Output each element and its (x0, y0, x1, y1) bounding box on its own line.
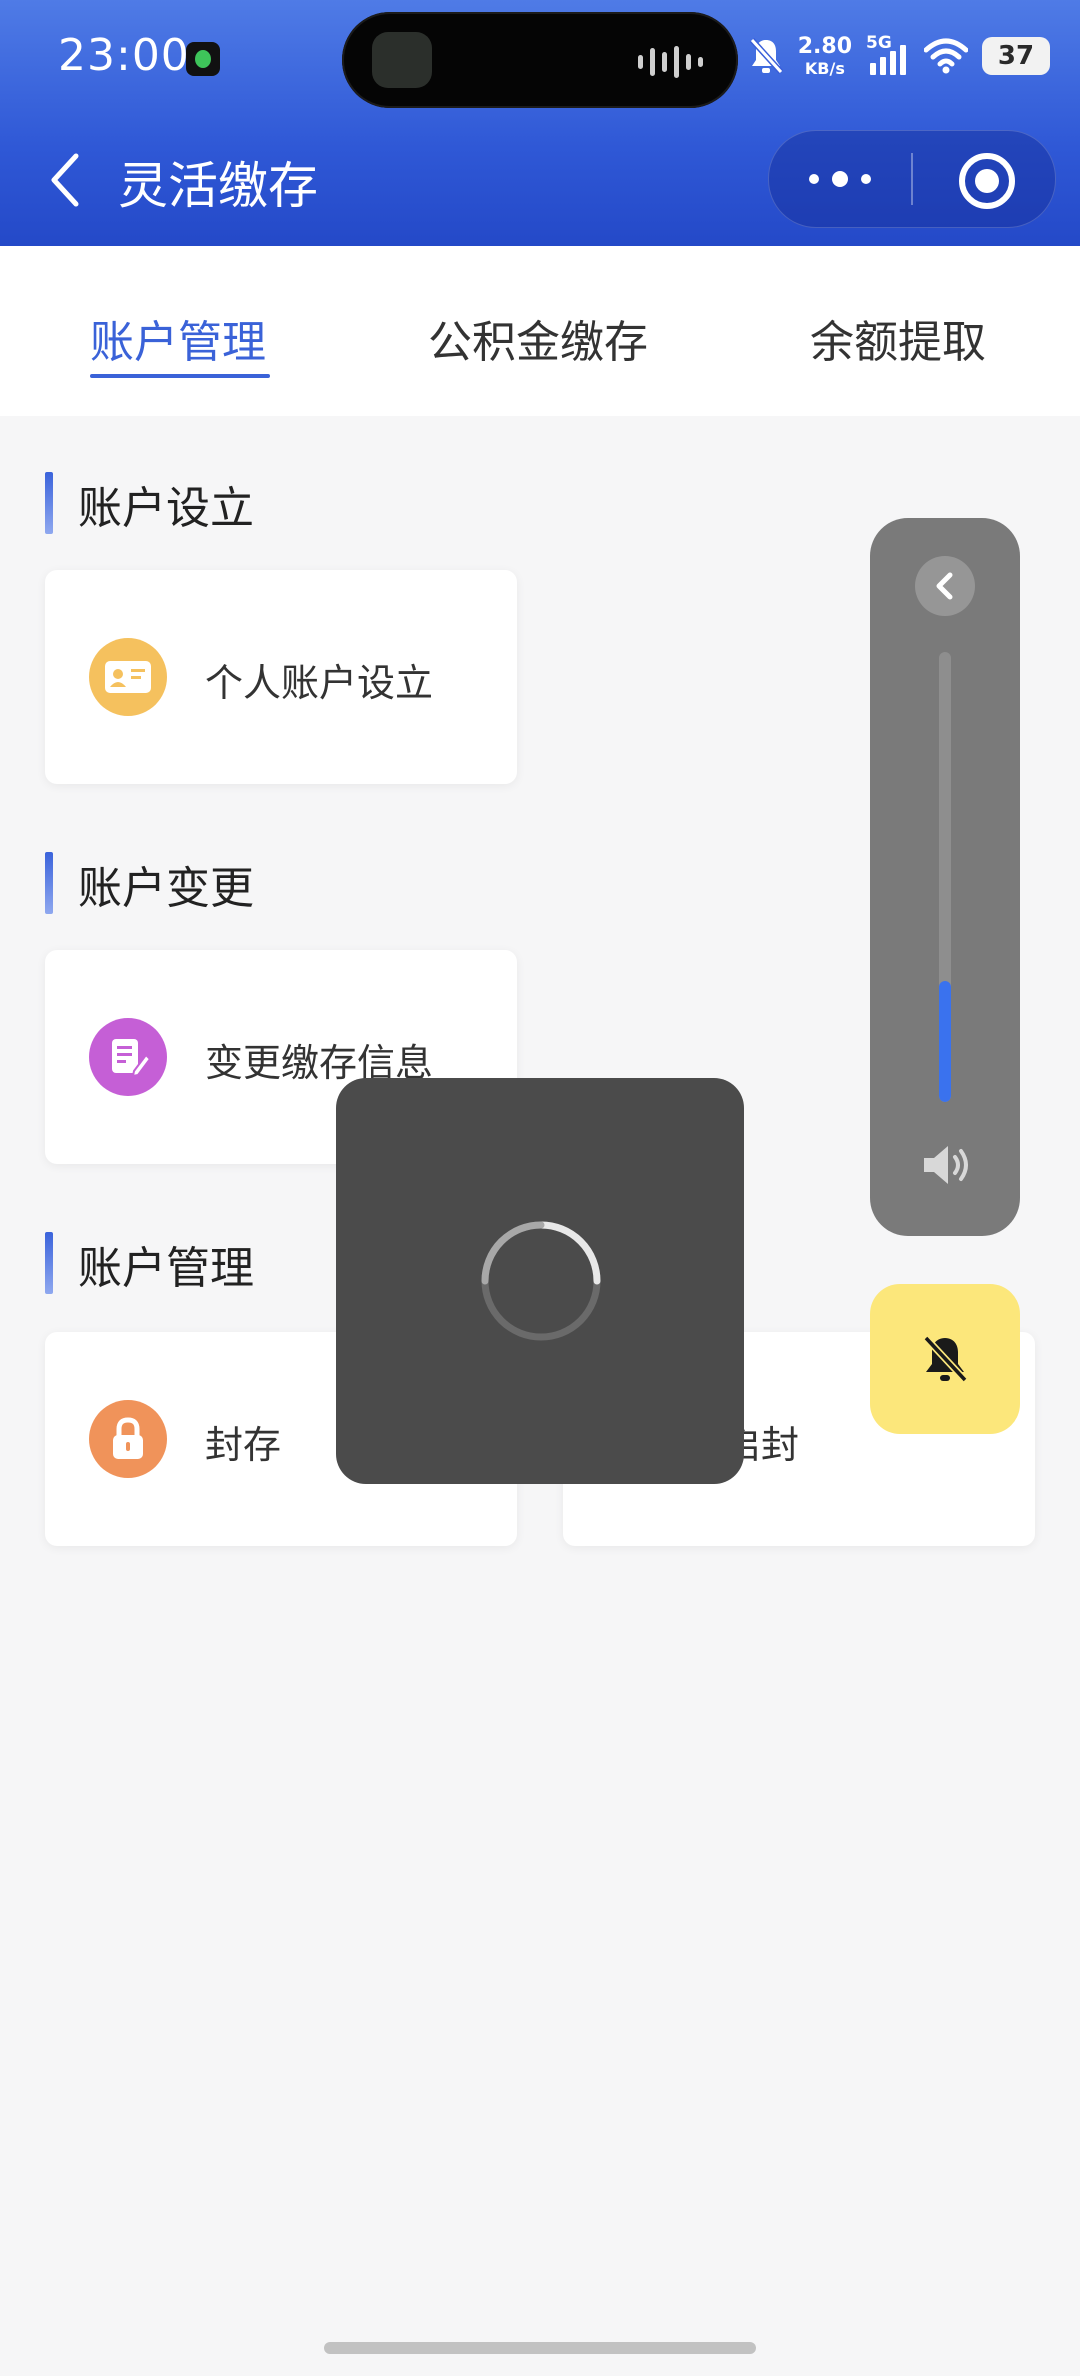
id-card-icon (89, 638, 167, 716)
close-miniprogram-icon[interactable] (959, 153, 1015, 209)
network-speed-unit: KB/s (804, 58, 845, 78)
home-indicator[interactable] (324, 2342, 756, 2354)
silent-mode-toggle[interactable] (870, 1284, 1020, 1434)
page-title: 灵活缴存 (118, 157, 318, 215)
section-accent-bar (45, 852, 53, 914)
battery-indicator: 37 (982, 37, 1050, 75)
mute-bell-icon (749, 37, 783, 75)
loading-toast (336, 1078, 744, 1484)
cellular-signal-icon: 5G (866, 33, 910, 75)
camera-preview-icon (372, 32, 432, 88)
edit-document-icon (89, 1018, 167, 1096)
volume-slider[interactable] (939, 652, 951, 1102)
card-personal-account-setup[interactable]: 个人账户设立 (45, 570, 517, 784)
header: 23:00 2.80 KB/s 5G 37 灵活缴存 (0, 0, 1080, 246)
system-status-icons: 2.80 KB/s 5G 37 (748, 26, 1050, 86)
loading-spinner-icon (481, 1221, 601, 1341)
section-title-account-management: 账户管理 (78, 1243, 254, 1294)
audio-wave-icon (638, 46, 708, 78)
tab-balance-withdrawal[interactable]: 余额提取 (810, 306, 986, 370)
status-time: 23:00 (58, 30, 190, 81)
more-options-icon[interactable] (809, 169, 871, 189)
speaker-icon[interactable] (920, 1142, 974, 1188)
active-tab-indicator (90, 374, 270, 378)
tab-fund-deposit[interactable]: 公积金缴存 (428, 306, 648, 370)
network-speed-value: 2.80 (797, 33, 852, 59)
volume-level-fill (939, 980, 951, 1102)
section-title-account-change: 账户变更 (78, 863, 254, 914)
back-arrow-icon[interactable] (46, 150, 86, 210)
capsule-divider (911, 153, 913, 205)
network-speed: 2.80 KB/s (797, 33, 852, 78)
wifi-icon (924, 38, 968, 74)
lock-icon (89, 1400, 167, 1478)
bell-off-icon (923, 1335, 968, 1383)
collapse-chevron-icon[interactable] (915, 556, 975, 616)
section-title-account-setup: 账户设立 (78, 483, 254, 534)
miniprogram-capsule (768, 130, 1056, 228)
network-type: 5G (866, 33, 892, 53)
card-label: 封存 (205, 1423, 282, 1467)
tab-account-management[interactable]: 账户管理 (90, 306, 266, 370)
volume-panel (870, 518, 1020, 1236)
section-accent-bar (45, 1232, 53, 1294)
tab-bar: 账户管理 公积金缴存 余额提取 (0, 246, 1080, 416)
section-accent-bar (45, 472, 53, 534)
app-notification-icon (186, 42, 220, 76)
card-label: 个人账户设立 (205, 661, 434, 705)
dynamic-island (342, 12, 738, 108)
